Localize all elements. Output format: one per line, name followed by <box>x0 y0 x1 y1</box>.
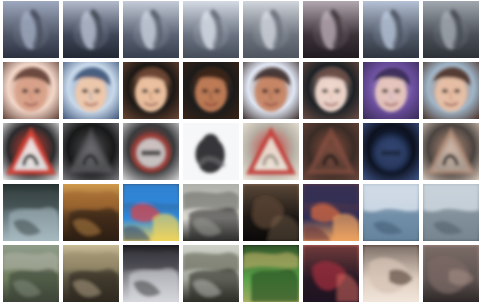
thumbnail-image <box>423 1 479 58</box>
thumbnail-tile <box>363 62 419 119</box>
thumbnail-image <box>243 245 299 302</box>
thumbnail-image <box>63 123 119 180</box>
thumbnail-tile <box>243 62 299 119</box>
thumbnail-image <box>3 123 59 180</box>
thumbnail-grid-canvas <box>0 0 482 305</box>
thumbnail-tile <box>423 123 479 180</box>
thumbnail-tile <box>123 62 179 119</box>
thumbnail-tile <box>423 184 479 241</box>
thumbnail-image <box>303 62 359 119</box>
thumbnail-image <box>63 1 119 58</box>
thumbnail-tile <box>123 184 179 241</box>
thumbnail-image <box>363 245 419 302</box>
thumbnail-image <box>303 123 359 180</box>
thumbnail-tile <box>183 184 239 241</box>
thumbnail-image <box>303 245 359 302</box>
thumbnail-image <box>123 123 179 180</box>
thumbnail-image <box>423 62 479 119</box>
thumbnail-tile <box>243 123 299 180</box>
thumbnail-tile <box>303 1 359 58</box>
thumbnail-tile <box>123 123 179 180</box>
thumbnail-grid <box>3 1 479 303</box>
thumbnail-image <box>183 245 239 302</box>
thumbnail-tile <box>363 1 419 58</box>
thumbnail-tile <box>243 1 299 58</box>
thumbnail-image <box>183 1 239 58</box>
thumbnail-tile <box>183 245 239 302</box>
thumbnail-tile <box>363 123 419 180</box>
thumbnail-image <box>123 184 179 241</box>
thumbnail-image <box>423 245 479 302</box>
thumbnail-image <box>183 123 239 180</box>
thumbnail-tile <box>3 1 59 58</box>
thumbnail-tile <box>123 1 179 58</box>
thumbnail-image <box>243 184 299 241</box>
thumbnail-tile <box>3 123 59 180</box>
thumbnail-image <box>423 184 479 241</box>
thumbnail-tile <box>183 1 239 58</box>
thumbnail-tile <box>183 62 239 119</box>
thumbnail-image <box>63 245 119 302</box>
thumbnail-tile <box>3 184 59 241</box>
thumbnail-image <box>3 62 59 119</box>
thumbnail-tile <box>243 184 299 241</box>
thumbnail-image <box>243 62 299 119</box>
thumbnail-tile <box>303 62 359 119</box>
thumbnail-image <box>363 1 419 58</box>
thumbnail-tile <box>63 245 119 302</box>
thumbnail-image <box>63 184 119 241</box>
thumbnail-tile <box>303 245 359 302</box>
thumbnail-tile <box>423 245 479 302</box>
thumbnail-image <box>243 1 299 58</box>
thumbnail-image <box>123 62 179 119</box>
thumbnail-tile <box>303 123 359 180</box>
thumbnail-image <box>423 123 479 180</box>
thumbnail-image <box>183 184 239 241</box>
thumbnail-tile <box>183 123 239 180</box>
thumbnail-tile <box>243 245 299 302</box>
thumbnail-image <box>363 123 419 180</box>
thumbnail-image <box>63 62 119 119</box>
thumbnail-tile <box>3 245 59 302</box>
thumbnail-tile <box>123 245 179 302</box>
thumbnail-tile <box>63 184 119 241</box>
thumbnail-tile <box>63 62 119 119</box>
thumbnail-image <box>363 62 419 119</box>
thumbnail-tile <box>63 123 119 180</box>
thumbnail-image <box>3 245 59 302</box>
thumbnail-tile <box>3 62 59 119</box>
thumbnail-image <box>3 184 59 241</box>
thumbnail-tile <box>423 62 479 119</box>
thumbnail-image <box>303 184 359 241</box>
thumbnail-tile <box>363 184 419 241</box>
thumbnail-image <box>303 1 359 58</box>
thumbnail-image <box>123 1 179 58</box>
thumbnail-image <box>123 245 179 302</box>
thumbnail-tile <box>63 1 119 58</box>
thumbnail-image <box>3 1 59 58</box>
thumbnail-image <box>183 62 239 119</box>
thumbnail-tile <box>363 245 419 302</box>
thumbnail-image <box>243 123 299 180</box>
thumbnail-tile <box>423 1 479 58</box>
thumbnail-tile <box>303 184 359 241</box>
thumbnail-image <box>363 184 419 241</box>
